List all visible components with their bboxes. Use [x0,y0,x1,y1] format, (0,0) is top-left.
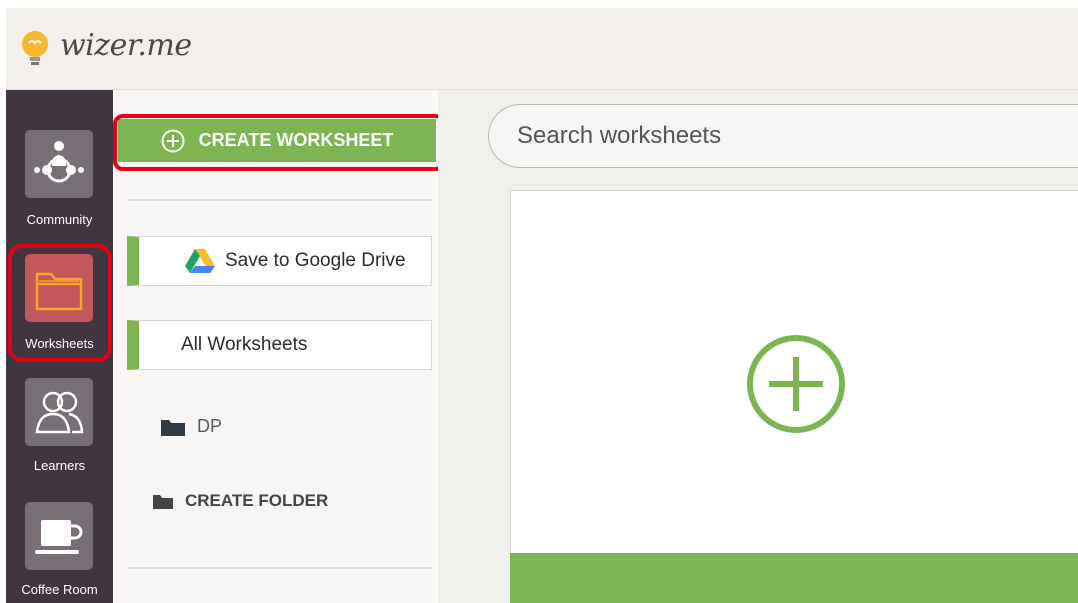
create-folder-label: CREATE FOLDER [185,491,329,510]
app-logo-text[interactable]: wizer.me [60,28,192,63]
nav-item-coffee-room[interactable]: Coffee Room [6,480,113,603]
add-worksheet-plus-icon[interactable] [745,333,847,435]
coffee-cup-icon [25,502,93,570]
folder-item-dp[interactable]: DP [161,416,222,437]
panel-divider-bottom [127,567,432,569]
worksheets-highlight-ring [8,244,112,362]
all-worksheets-button[interactable]: All Worksheets [127,320,432,370]
panel-divider [127,199,432,201]
folder-icon [161,419,185,436]
learners-icon [25,378,93,446]
search-placeholder: Search worksheets [517,122,722,149]
nav-label-coffee-room: Coffee Room [21,582,98,597]
nav-label-community: Community [26,212,93,227]
all-worksheets-label: All Worksheets [181,334,308,355]
nav-item-community[interactable]: Community [6,90,113,240]
nav-label-learners: Learners [33,458,86,473]
create-folder-button[interactable]: CREATE FOLDER [153,491,328,511]
google-drive-icon [185,249,215,273]
nav-item-learners[interactable]: Learners [6,360,113,480]
folder-icon [153,494,173,509]
search-worksheets-input[interactable]: Search worksheets [488,104,1078,168]
create-worksheet-highlight-ring [113,114,445,171]
new-worksheet-card-footer [510,553,1078,603]
save-to-google-drive-button[interactable]: Save to Google Drive [127,236,432,286]
save-to-google-drive-label: Save to Google Drive [225,250,406,271]
top-bar: wizer.me [6,8,1078,90]
lightbulb-logo-icon [22,31,48,65]
folder-name: DP [197,416,223,436]
community-icon [25,130,93,198]
